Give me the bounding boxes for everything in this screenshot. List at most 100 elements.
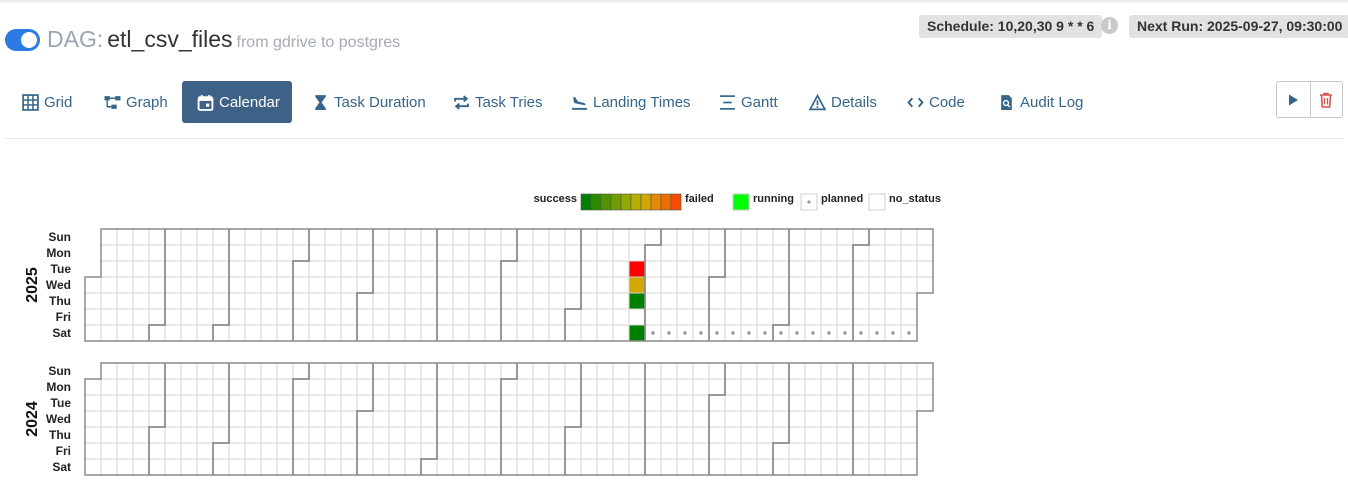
calendar-day-cell (580, 378, 598, 396)
calendar-day-cell (548, 394, 566, 412)
toggle-knob (21, 32, 37, 48)
calendar-day-cell (292, 228, 310, 246)
tab-code[interactable]: Code (906, 81, 965, 123)
tab-label: Landing Times (593, 93, 691, 111)
calendar-day-cell (308, 260, 326, 278)
tab-grid[interactable]: Grid (21, 81, 72, 123)
calendar-day-cell (532, 308, 550, 326)
calendar-day-cell (772, 362, 790, 380)
calendar-day-cell (852, 244, 870, 262)
tab-landing-times[interactable]: Landing Times (570, 81, 691, 123)
calendar-day-cell (644, 260, 662, 278)
calendar-day-cell (868, 276, 886, 294)
calendar-day-cell (116, 410, 134, 428)
calendar-day-cell (772, 426, 790, 444)
dag-pause-toggle[interactable] (5, 29, 40, 51)
legend-gradient-step (670, 193, 682, 211)
calendar-day-cell (660, 458, 678, 476)
calendar-day-cell (468, 292, 486, 310)
calendar-day-cell (452, 260, 470, 278)
calendar-day-cell (740, 308, 758, 326)
calendar-day-cell (788, 244, 806, 262)
planned-run-dot (843, 331, 847, 335)
calendar-day-cell (740, 394, 758, 412)
calendar-day-cell (516, 228, 534, 246)
tab-task-duration[interactable]: Task Duration (311, 81, 426, 123)
tab-calendar[interactable]: Calendar (182, 81, 292, 123)
calendar-day-cell (916, 276, 934, 294)
calendar-day-cell (84, 308, 102, 326)
calendar-day-cell (756, 458, 774, 476)
tab-gantt[interactable]: Gantt (718, 81, 778, 123)
calendar-day-cell (564, 394, 582, 412)
calendar-day-cell (276, 260, 294, 278)
trigger-dag-button[interactable] (1277, 82, 1310, 117)
calendar-day-cell (516, 292, 534, 310)
calendar-day-cell (724, 458, 742, 476)
calendar-day-cell (612, 458, 630, 476)
calendar-day-cell (164, 244, 182, 262)
calendar-day-cell (196, 308, 214, 326)
tab-details[interactable]: Details (808, 81, 877, 123)
calendar-day-cell (612, 362, 630, 380)
calendar-day-cell (548, 324, 566, 342)
calendar-day-cell (580, 394, 598, 412)
planned-run-dot (779, 331, 783, 335)
calendar-day-cell (564, 292, 582, 310)
calendar-day-cell (116, 292, 134, 310)
calendar-day-cell (372, 394, 390, 412)
calendar-day-cell (132, 378, 150, 396)
calendar-day-cell (260, 228, 278, 246)
calendar-heatmap: success failed running planned no_status Sun M… (24, 193, 941, 476)
calendar-day-cell (468, 324, 486, 342)
calendar-day-cell (420, 442, 438, 460)
dag-title: DAG: etl_csv_files from gdrive to postgres (47, 26, 400, 53)
calendar-day-cell (692, 410, 710, 428)
calendar-day-cell (212, 260, 230, 278)
calendar-day-cell (84, 378, 102, 396)
tab-audit-log[interactable]: Audit Log (997, 81, 1083, 123)
calendar-day-cell (372, 276, 390, 294)
calendar-day-cell (484, 276, 502, 294)
tab-graph[interactable]: Graph (103, 81, 168, 123)
calendar-day-cell (164, 324, 182, 342)
calendar-day-cell (116, 378, 134, 396)
info-icon[interactable]: i (1101, 17, 1118, 34)
calendar-day-cell (676, 378, 694, 396)
calendar-day-cell (292, 292, 310, 310)
calendar-day-cell (836, 362, 854, 380)
calendar-day-cell (596, 378, 614, 396)
calendar-day-cell (612, 228, 630, 246)
calendar-day-cell (868, 378, 886, 396)
calendar-day-cell (516, 394, 534, 412)
calendar-day-cell (212, 324, 230, 342)
calendar-day-cell (788, 362, 806, 380)
calendar-day-cell (340, 276, 358, 294)
tab-task-tries[interactable]: Task Tries (452, 81, 543, 123)
calendar-day-cell (228, 228, 246, 246)
calendar-day-cell (484, 426, 502, 444)
calendar-day-cell (100, 378, 118, 396)
calendar-day-cell (404, 244, 422, 262)
calendar-day-cell (868, 442, 886, 460)
calendar-day-cell (580, 308, 598, 326)
calendar-day-cell (148, 308, 166, 326)
calendar-day-cell (356, 426, 374, 444)
delete-dag-button[interactable] (1309, 82, 1343, 117)
tab-label: Audit Log (1020, 93, 1084, 111)
calendar-day-cell (420, 292, 438, 310)
calendar-day-cell (196, 442, 214, 460)
calendar-day-cell (596, 426, 614, 444)
calendar-day-cell (484, 458, 502, 476)
calendar-day-cell (628, 244, 646, 262)
calendar-day-cell (756, 410, 774, 428)
calendar-day-cell (788, 378, 806, 396)
calendar-day-cell (740, 378, 758, 396)
calendar-day-cell (180, 260, 198, 278)
calendar-day-cell (676, 426, 694, 444)
calendar-day-cell (292, 308, 310, 326)
calendar-day-cell (516, 324, 534, 342)
calendar-run-cell (628, 276, 646, 294)
calendar-day-cell (564, 410, 582, 428)
calendar-day-cell (308, 458, 326, 476)
